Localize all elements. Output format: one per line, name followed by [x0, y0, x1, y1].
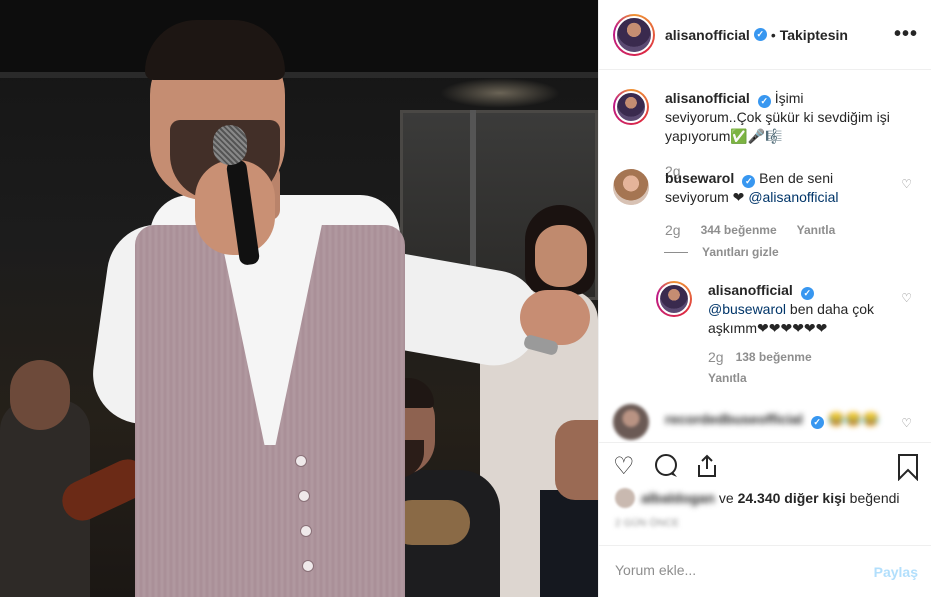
reply-time[interactable]: 2g [708, 348, 724, 367]
comment-item: recordedbuseofficial ✓ 😂😂😂 [613, 404, 890, 440]
comment-avatar[interactable] [613, 404, 649, 440]
share-icon[interactable] [694, 453, 720, 486]
comment-mention-link[interactable]: @alisanofficial [748, 189, 838, 205]
likes-connector: ve [718, 490, 734, 506]
post-timestamp[interactable]: 2 GÜN ÖNCE [615, 518, 679, 529]
comment-input[interactable] [615, 562, 845, 578]
comment-username[interactable]: busewarol [665, 170, 734, 186]
post-photo [0, 0, 598, 597]
caption: alisanofficial ✓ İşimi seviyorum..Çok şük… [613, 89, 890, 181]
header-separator: • [770, 26, 776, 43]
reply-like-heart-icon[interactable]: ♡ [901, 291, 912, 305]
post-side-panel: alisanofficial ✓ • Takiptesin ••• alisan… [598, 0, 931, 597]
more-options-icon[interactable]: ••• [894, 24, 918, 44]
verified-badge-icon: ✓ [800, 287, 814, 300]
likes-suffix: beğendi [849, 490, 900, 506]
comment-avatar[interactable] [613, 169, 649, 205]
post-comment-button[interactable]: Paylaş [874, 564, 918, 580]
reply-reply-button[interactable]: Yanıtla [708, 369, 747, 388]
instagram-post-view: alisanofficial ✓ • Takiptesin ••• alisan… [0, 0, 931, 597]
follow-status-button[interactable]: Takiptesin [780, 27, 848, 43]
heart-icon[interactable]: ♡ [613, 453, 635, 481]
comment-username[interactable]: recordedbuseofficial [665, 411, 803, 427]
hide-replies-label[interactable]: Yanıtları gizle [702, 245, 779, 259]
bookmark-icon[interactable] [896, 453, 920, 488]
comments-list[interactable]: alisanofficial ✓ İşimi seviyorum..Çok şük… [599, 71, 931, 442]
verified-badge-icon: ✓ [810, 416, 824, 429]
caption-username[interactable]: alisanofficial [665, 90, 750, 106]
liker-avatar[interactable] [615, 488, 635, 508]
header-avatar[interactable] [613, 13, 655, 56]
likes-summary: albaldogan ve 24.340 diğer kişi beğendi [615, 488, 900, 508]
verified-badge-icon: ✓ [753, 28, 767, 41]
divider-line [664, 251, 688, 253]
reply-item: alisanofficial ✓ @busewarol ben daha çok … [656, 281, 893, 388]
comment-text: 😂😂😂 [827, 411, 880, 427]
post-actions-bar: ♡ [599, 442, 931, 492]
comment-time[interactable]: 2g [665, 221, 681, 240]
add-comment-bar: Paylaş [599, 545, 931, 597]
reply-avatar[interactable] [656, 281, 692, 317]
comment-reply-button[interactable]: Yanıtla [797, 221, 836, 240]
comment-like-heart-icon[interactable]: ♡ [901, 177, 912, 191]
caption-avatar[interactable] [613, 89, 649, 125]
comment-icon[interactable] [653, 453, 679, 486]
verified-badge-icon: ✓ [742, 175, 756, 188]
likes-count-link[interactable]: 24.340 diğer kişi [738, 490, 846, 506]
comment-likes[interactable]: 344 beğenme [701, 221, 777, 240]
comment-item: busewarol ✓ Ben de seni seviyorum ❤ @alis… [613, 169, 890, 240]
header-username[interactable]: alisanofficial [665, 27, 750, 43]
hide-replies-button[interactable]: Yanıtları gizle [664, 245, 779, 259]
post-header: alisanofficial ✓ • Takiptesin ••• [599, 0, 931, 70]
reply-mention-link[interactable]: @busewarol [708, 301, 786, 317]
verified-badge-icon: ✓ [757, 95, 771, 108]
reply-username[interactable]: alisanofficial [708, 282, 793, 298]
comment-like-heart-icon[interactable]: ♡ [901, 416, 912, 430]
reply-likes[interactable]: 138 beğenme [736, 348, 812, 367]
liker-username[interactable]: albaldogan [641, 490, 715, 506]
